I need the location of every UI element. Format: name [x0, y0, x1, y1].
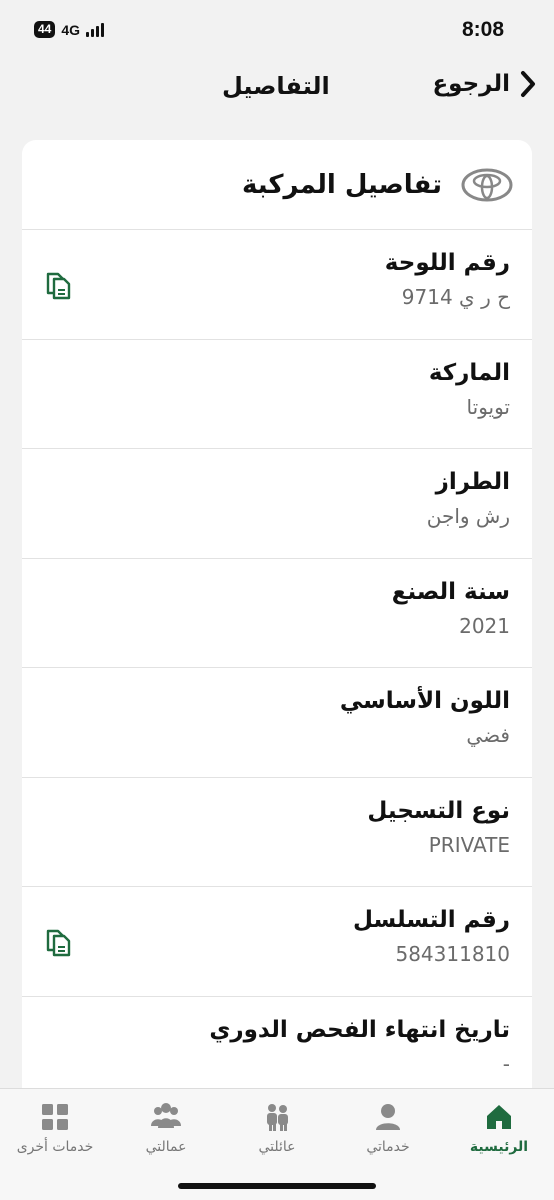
workers-icon — [151, 1103, 181, 1128]
tab-other-services[interactable]: خدمات أخرى — [0, 1099, 110, 1155]
row-label: الطراز — [435, 469, 510, 495]
home-icon — [487, 1105, 511, 1129]
home-indicator — [178, 1183, 376, 1189]
person-icon — [376, 1104, 400, 1130]
row-label: تاريخ انتهاء الفحص الدوري — [209, 1016, 510, 1043]
row-label: الماركة — [428, 359, 510, 386]
grid-icon — [42, 1104, 68, 1130]
tab-label: خدماتي — [366, 1139, 410, 1155]
detail-row-make: الماركة تويوتا — [22, 340, 532, 449]
row-label: سنة الصنع — [391, 578, 510, 605]
row-value: ح ر ي 9714 — [401, 285, 510, 309]
network-label: 4G — [61, 21, 81, 38]
tab-label: خدمات أخرى — [16, 1139, 94, 1155]
detail-row-model: الطراز رش واجن — [22, 449, 532, 559]
copy-icon[interactable] — [44, 270, 72, 300]
row-value: PRIVATE — [428, 832, 510, 857]
detail-row-inspection-expiry: تاريخ انتهاء الفحص الدوري - — [22, 997, 532, 1101]
vehicle-details-card: تفاصيل المركبة رقم اللوحة ح ر ي 9714 الم… — [22, 140, 532, 1100]
tab-home[interactable]: الرئيسية — [444, 1099, 554, 1155]
status-time: 8:08 — [461, 18, 504, 41]
nav-bar: التفاصيل الرجوع — [0, 60, 554, 116]
tab-label: عائلتي — [258, 1139, 296, 1155]
row-label: رقم التسلسل — [353, 907, 510, 933]
status-indicators: 44 4G — [34, 21, 105, 38]
back-button[interactable]: الرجوع — [432, 70, 536, 98]
tab-my-services[interactable]: خدماتي — [333, 1099, 443, 1155]
row-value: 584311810 — [395, 942, 510, 966]
row-label: نوع التسجيل — [367, 797, 510, 824]
detail-row-serial: رقم التسلسل 584311810 — [22, 887, 532, 997]
tab-my-workers[interactable]: عمالتي — [111, 1099, 221, 1155]
row-value: 2021 — [459, 613, 510, 638]
chevron-right-icon — [521, 71, 535, 97]
copy-icon[interactable] — [44, 927, 72, 957]
row-value: فضي — [466, 723, 510, 747]
status-bar: 44 4G 8:08 — [0, 0, 554, 60]
family-icon — [267, 1104, 288, 1131]
toyota-logo-icon — [461, 168, 513, 201]
detail-row-plate: رقم اللوحة ح ر ي 9714 — [22, 230, 532, 340]
signal-icon — [86, 22, 105, 37]
back-label: الرجوع — [432, 71, 510, 97]
row-label: رقم اللوحة — [384, 250, 510, 276]
tab-label: عمالتي — [145, 1139, 187, 1155]
page-title: التفاصيل — [222, 72, 330, 100]
card-header: تفاصيل المركبة — [22, 140, 532, 230]
battery-icon: 44 — [34, 21, 56, 38]
row-value: تويوتا — [466, 394, 510, 419]
tab-my-family[interactable]: عائلتي — [222, 1099, 332, 1155]
row-value: رش واجن — [426, 504, 510, 528]
detail-row-year: سنة الصنع 2021 — [22, 559, 532, 668]
detail-row-color: اللون الأساسي فضي — [22, 668, 532, 778]
row-label: اللون الأساسي — [339, 688, 510, 714]
row-value: - — [502, 1051, 510, 1076]
detail-row-registration-type: نوع التسجيل PRIVATE — [22, 778, 532, 887]
tab-label: الرئيسية — [469, 1139, 529, 1155]
card-title: تفاصيل المركبة — [241, 169, 442, 200]
